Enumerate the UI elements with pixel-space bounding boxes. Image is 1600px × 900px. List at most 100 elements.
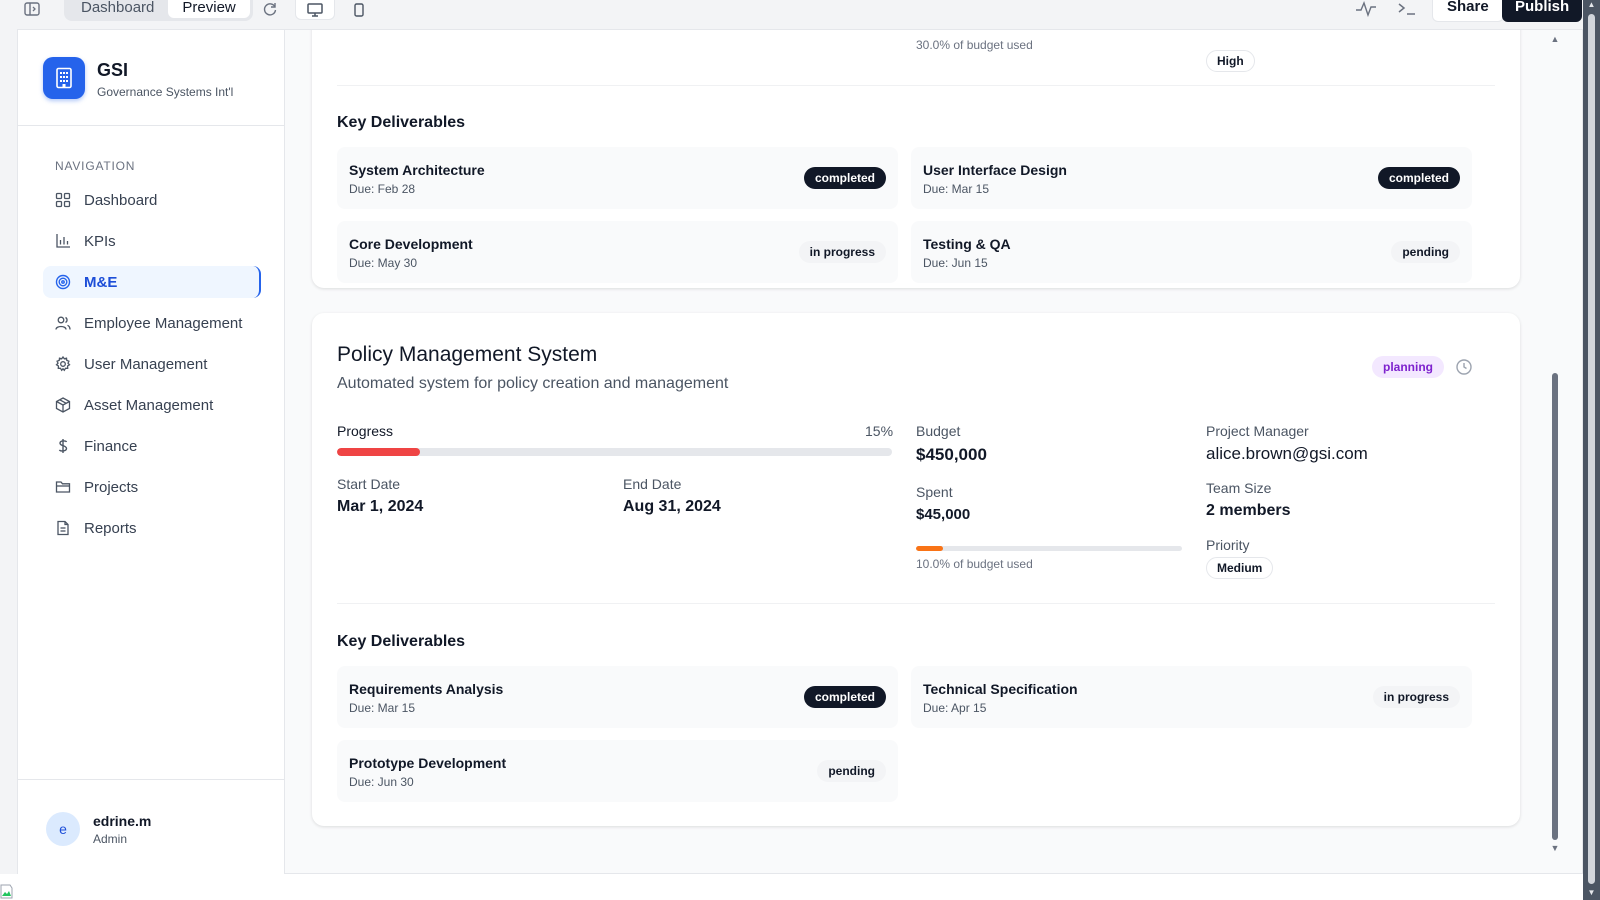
start-date-label: Start Date [337,476,401,492]
deliverable-name: Requirements Analysis [349,681,504,697]
folder-icon [54,478,72,496]
progress-label: Progress [337,423,394,439]
end-date-label: End Date [623,476,682,492]
divider [337,603,1495,604]
deliverable-due: Due: May 30 [349,256,418,270]
deliverable-item[interactable]: Requirements Analysis Due: Mar 15 comple… [337,666,898,728]
user-profile[interactable]: e edrine.m Admin [18,779,284,875]
deliverable-name: Core Development [349,236,473,252]
building-icon [43,57,85,99]
publish-button[interactable]: Publish [1502,0,1583,22]
end-date: Aug 31, 2024 [623,498,721,515]
sidebar-item-label: Finance [84,437,138,455]
deliverable-item[interactable]: Technical Specification Due: Apr 15 in p… [911,666,1472,728]
dollar-icon [54,437,72,455]
sidebar-item-label: Reports [84,519,137,537]
deliverable-name: User Interface Design [923,162,1067,178]
scroll-down-icon[interactable]: ▼ [1586,888,1597,898]
status-badge: planning [1372,356,1444,378]
deliverable-name: Prototype Development [349,755,507,771]
desktop-view-button[interactable] [295,0,335,20]
deliverable-item[interactable]: User Interface Design Due: Mar 15 comple… [911,147,1472,209]
project-card: 30.0% of budget used High Key Deliverabl… [312,30,1520,288]
deliverable-item[interactable]: System Architecture Due: Feb 28 complete… [337,147,898,209]
scroll-down-icon[interactable]: ▼ [1549,843,1561,853]
progress-bar [337,448,892,456]
terminal-icon[interactable] [1396,0,1418,18]
sidebar-item-label: KPIs [84,232,116,250]
status-badge: in progress [1372,686,1460,708]
budget-bar-fill [916,546,943,551]
start-date: Mar 1, 2024 [337,498,424,515]
project-description: Automated system for policy creation and… [337,375,729,392]
refresh-icon[interactable] [260,0,280,18]
budget-label: Budget [916,423,961,439]
sidebar-item-label: Asset Management [84,396,214,414]
content-scrollbar[interactable]: ▲ ▼ [1548,30,1584,875]
top-toolbar: Dashboard Preview Share Publish [0,0,1600,30]
status-badge: pending [1391,241,1460,263]
scroll-up-icon[interactable]: ▲ [1549,34,1561,44]
scroll-up-icon[interactable]: ▲ [1586,0,1597,10]
deliverable-item[interactable]: Testing & QA Due: Jun 15 pending [911,221,1472,283]
status-badge: pending [817,760,886,782]
deliverables-title: Key Deliverables [337,633,466,650]
brand-header: GSI Governance Systems Int'l [18,30,284,126]
deliverable-due: Due: Feb 28 [349,182,416,196]
target-icon [54,273,72,291]
deliverable-item[interactable]: Core Development Due: May 30 in progress [337,221,898,283]
scrollbar-thumb[interactable] [1552,373,1558,840]
status-badge: completed [1377,167,1460,189]
sidebar-item-reports[interactable]: Reports [43,512,261,544]
sidebar-item-projects[interactable]: Projects [43,471,261,503]
user-name: edrine.m [93,813,152,829]
sidebar-item-dashboard[interactable]: Dashboard [43,184,261,216]
sidebar-item-label: M&E [84,273,118,291]
priority-badge: Medium [1206,557,1274,579]
window-scrollbar[interactable]: ▲ ▼ [1583,0,1600,900]
sidebar-toggle-icon[interactable] [22,0,42,18]
clock-icon [1455,358,1473,376]
main-content: 30.0% of budget used High Key Deliverabl… [286,30,1548,875]
users-icon [54,314,72,332]
status-badge: in progress [798,241,886,263]
deliverable-name: Technical Specification [923,681,1078,697]
bottom-strip [0,874,1583,900]
progress-bar-fill [337,448,421,456]
tab-dashboard[interactable]: Dashboard [67,0,168,18]
team-size-label: Team Size [1206,480,1272,496]
sidebar-item-m-and-e[interactable]: M&E [43,266,261,298]
activity-icon[interactable] [1354,0,1378,18]
deliverable-due: Due: Jun 15 [923,256,988,270]
manager-label: Project Manager [1206,423,1309,439]
sidebar-item-kpis[interactable]: KPIs [43,225,261,257]
budget-value: $450,000 [916,445,987,464]
scrollbar-thumb[interactable] [1588,14,1595,884]
sidebar-item-asset-management[interactable]: Asset Management [43,389,261,421]
tab-preview[interactable]: Preview [168,0,250,18]
deliverable-item[interactable]: Prototype Development Due: Jun 30 pendin… [337,740,898,802]
spent-label: Spent [916,484,953,500]
view-tabs: Dashboard Preview [64,0,253,21]
bar-chart-icon [54,232,72,250]
share-button[interactable]: Share [1432,0,1504,22]
grid-icon [54,191,72,209]
sidebar: GSI Governance Systems Int'l NAVIGATION … [18,30,285,875]
gear-icon [54,355,72,373]
divider [337,85,1495,86]
sidebar-item-label: Projects [84,478,139,496]
budget-used-text: 30.0% of budget used [916,38,1033,52]
brand-subtitle: Governance Systems Int'l [97,85,234,99]
budget-used-text: 10.0% of budget used [916,557,1033,571]
avatar: e [46,812,80,846]
sidebar-item-employee-management[interactable]: Employee Management [43,307,261,339]
team-size: 2 members [1206,502,1291,519]
brand-name: GSI [97,60,129,80]
deliverables-title: Key Deliverables [337,114,466,131]
sidebar-item-label: User Management [84,355,208,373]
deliverable-name: Testing & QA [923,236,1011,252]
sidebar-item-finance[interactable]: Finance [43,430,261,462]
mobile-view-button[interactable] [339,0,379,20]
sidebar-item-user-management[interactable]: User Management [43,348,261,380]
package-icon [54,396,72,414]
